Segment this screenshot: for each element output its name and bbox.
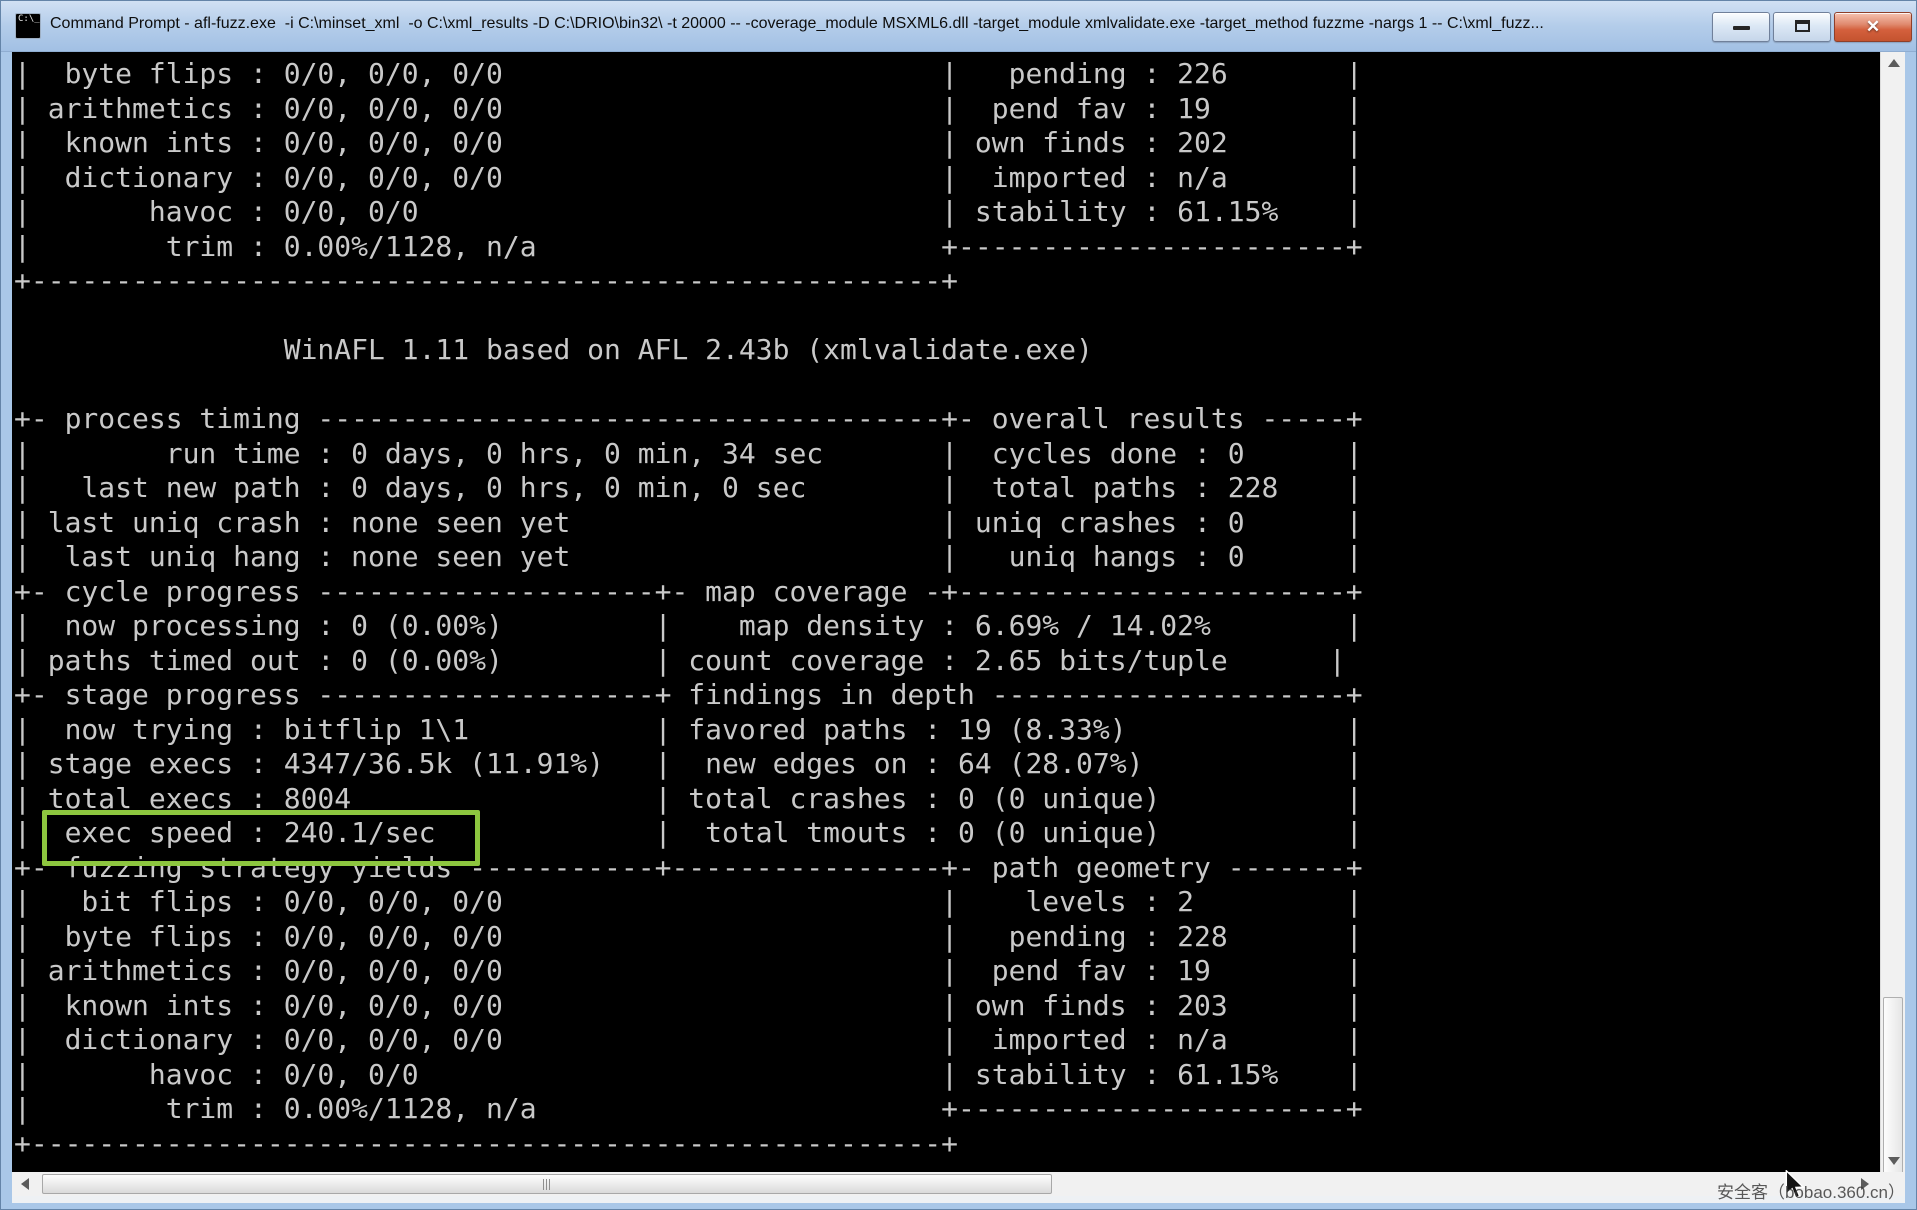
terminal-viewport[interactable]: | byte flips : 0/0, 0/0, 0/0 | pending :… (12, 52, 1880, 1172)
scroll-left-button[interactable] (12, 1172, 38, 1196)
scroll-up-button[interactable] (1881, 52, 1906, 74)
scroll-down-button[interactable] (1881, 1150, 1906, 1172)
close-icon: ✕ (1835, 13, 1911, 40)
maximize-button[interactable] (1773, 12, 1831, 42)
exec-speed-highlight-box (42, 810, 480, 866)
vertical-scrollbar[interactable] (1880, 52, 1905, 1172)
screen: { "window": { "title": "Command Prompt -… (0, 0, 1917, 1210)
triangle-up-icon (1888, 59, 1900, 67)
triangle-down-icon (1888, 1157, 1900, 1165)
window-title: Command Prompt - afl-fuzz.exe -i C:\mins… (50, 15, 1690, 39)
scrollbar-grip-icon (543, 1179, 551, 1190)
window-bottom-strip (12, 1196, 1905, 1203)
horizontal-scrollbar[interactable] (12, 1172, 1880, 1196)
horizontal-scrollbar-thumb[interactable] (42, 1174, 1052, 1194)
close-button[interactable]: ✕ (1834, 12, 1912, 42)
command-prompt-icon: C:\_ (15, 13, 41, 39)
watermark: 安全客（bobao.360.cn） (1717, 1178, 1905, 1203)
minimize-button[interactable] (1712, 12, 1770, 42)
titlebar[interactable]: C:\_ Command Prompt - afl-fuzz.exe -i C:… (0, 0, 1917, 52)
minimize-icon (1733, 26, 1750, 30)
triangle-left-icon (21, 1178, 29, 1190)
maximize-icon (1795, 20, 1810, 32)
command-prompt-icon-label: C:\_ (18, 14, 40, 24)
terminal-text: | byte flips : 0/0, 0/0, 0/0 | pending :… (12, 52, 1880, 1161)
